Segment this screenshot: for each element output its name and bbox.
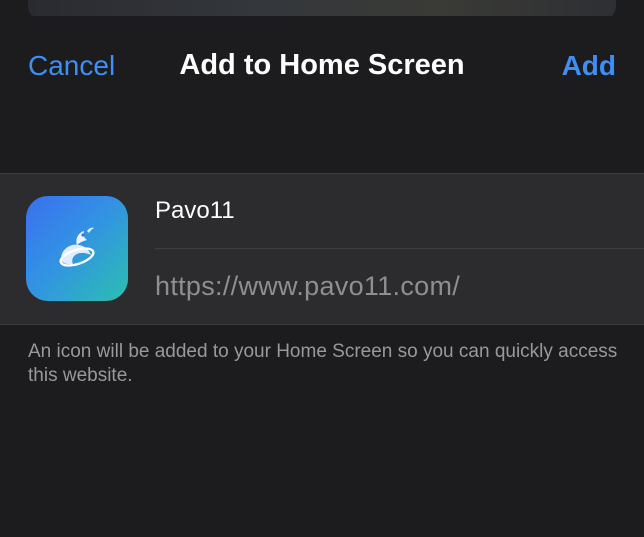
field-divider [155,248,644,249]
bookmark-name-field[interactable] [155,197,635,225]
page-title: Add to Home Screen [179,49,465,81]
pavo11-app-icon [26,196,128,301]
card-top-divider [0,173,644,174]
card-bottom-divider [0,324,644,325]
footnote-text: An icon will be added to your Home Scree… [28,341,618,386]
navigation-bar: Cancel Add to Home Screen Add [0,16,644,116]
bookmark-card: https://www.pavo11.com/ [0,173,644,325]
bird-logo-icon [59,227,95,267]
add-button[interactable]: Add [562,50,616,82]
bookmark-url: https://www.pavo11.com/ [155,271,461,301]
add-to-home-screen-sheet: Cancel Add to Home Screen Add https://ww… [0,0,644,537]
